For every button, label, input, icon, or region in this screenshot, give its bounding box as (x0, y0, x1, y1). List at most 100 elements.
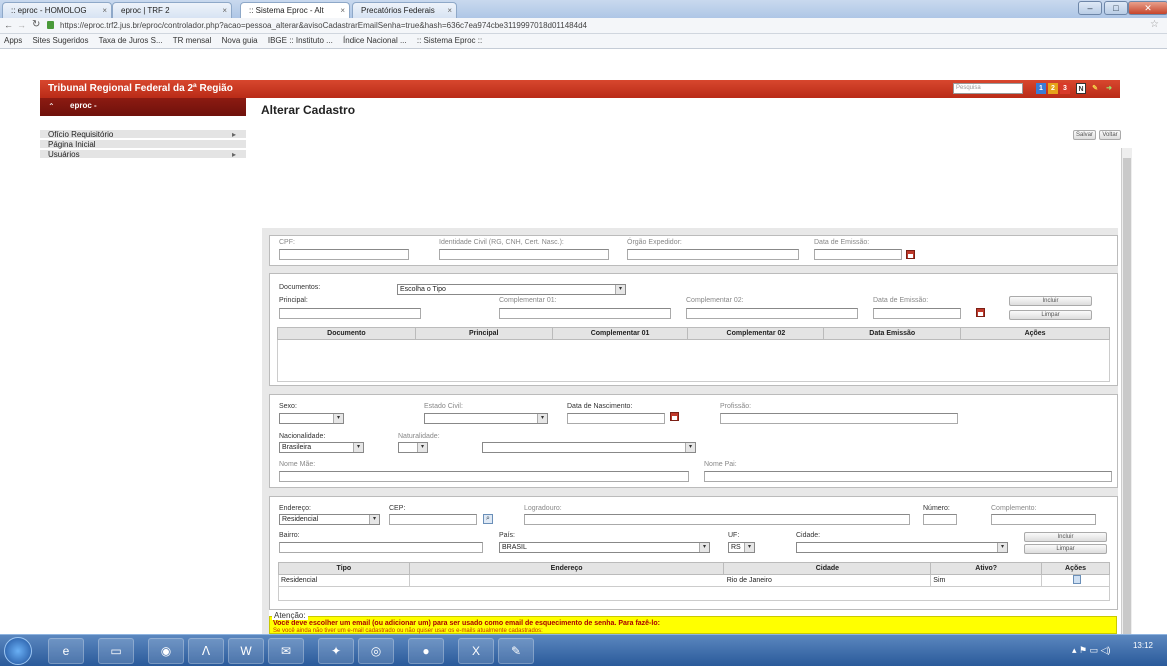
bookmark-item[interactable]: Taxa de Juros S... (99, 36, 163, 45)
exit-icon[interactable]: ➜ (1104, 83, 1114, 94)
start-button[interactable] (4, 637, 32, 665)
close-icon[interactable]: × (340, 6, 345, 15)
forward-arrow-icon[interactable]: → (17, 20, 26, 30)
naturality-uf-select[interactable]: ▾ (398, 442, 428, 453)
identity-field[interactable] (439, 249, 609, 260)
save-button[interactable]: Salvar (1073, 130, 1096, 140)
cd-icon[interactable]: ◎ (358, 638, 394, 664)
star-icon[interactable]: ☆ (1150, 19, 1159, 30)
comp1-field[interactable] (499, 308, 671, 319)
badge-3[interactable]: 3 (1060, 83, 1070, 94)
clock[interactable]: 13:12 (1123, 641, 1163, 650)
mother-name-field[interactable] (279, 471, 689, 482)
calendar-icon[interactable] (906, 250, 915, 259)
complement-label: Complemento: (991, 505, 1037, 512)
close-icon[interactable]: × (447, 6, 452, 15)
clear-address-button[interactable]: Limpar (1024, 544, 1107, 554)
civil-state-select[interactable]: ▾ (424, 413, 548, 424)
cep-field[interactable] (389, 514, 477, 525)
city-value: Rio de Janeiro (726, 577, 772, 584)
paint-icon[interactable]: ✎ (498, 638, 534, 664)
ie-icon[interactable]: e (48, 638, 84, 664)
include-document-button[interactable]: Incluir (1009, 296, 1092, 306)
minimize-icon[interactable]: – (1078, 1, 1102, 15)
note-icon[interactable]: N (1076, 83, 1086, 94)
sidebar-item-pagina-inicial[interactable]: Página Inicial (40, 140, 246, 149)
chrome-icon[interactable]: ◉ (148, 638, 184, 664)
search-cep-icon[interactable]: ⌕ (483, 514, 493, 524)
district-field[interactable] (279, 542, 483, 553)
bookmark-item[interactable]: Apps (4, 36, 22, 45)
close-window-icon[interactable]: ✕ (1128, 1, 1167, 15)
bookmark-item[interactable]: IBGE :: Instituto ... (268, 36, 333, 45)
close-icon[interactable]: × (222, 6, 227, 15)
mail-icon[interactable]: ✉ (268, 638, 304, 664)
document-type-select[interactable]: Escolha o Tipo ▾ (397, 284, 626, 295)
app-icon[interactable]: ✦ (318, 638, 354, 664)
tools-icon[interactable]: ✎ (1090, 83, 1100, 94)
sidebar-item-oficio[interactable]: Ofício Requisitório ▸ (40, 130, 246, 139)
naturality-label: Naturalidade: (398, 433, 440, 440)
country-select[interactable]: BRASIL ▾ (499, 542, 710, 553)
back-button[interactable]: Voltar (1099, 130, 1121, 140)
bookmark-item[interactable]: Nova guia (222, 36, 258, 45)
close-icon[interactable]: × (102, 6, 107, 15)
number-field[interactable] (923, 514, 957, 525)
address-type-select[interactable]: Residencial ▾ (279, 514, 380, 525)
district-label: Bairro: (279, 532, 300, 539)
cpf-field[interactable] (279, 249, 409, 260)
city-select[interactable]: ▾ (796, 542, 1008, 553)
tray-icons[interactable]: ▴ ⚑ ▭ ◁) (1072, 645, 1111, 656)
profession-label: Profissão: (720, 403, 752, 410)
excel-icon[interactable]: X (458, 638, 494, 664)
tab-label: eproc | TRF 2 (121, 6, 170, 15)
word-icon[interactable]: W (228, 638, 264, 664)
back-arrow-icon[interactable]: ← (4, 20, 13, 30)
sex-select[interactable]: ▾ (279, 413, 344, 424)
browser-tab[interactable]: :: eproc - HOMOLOG × (2, 2, 112, 18)
browser-tab-active[interactable]: :: Sistema Eproc - Alt × (240, 2, 350, 18)
clear-document-button[interactable]: Limpar (1009, 310, 1092, 320)
alert-title: Atenção: (272, 611, 308, 620)
principal-field[interactable] (279, 308, 421, 319)
nationality-label: Nacionalidade: (279, 433, 326, 440)
attention-box: Você deve escolher um email (ou adiciona… (269, 616, 1117, 634)
naturality-city-select[interactable]: ▾ (482, 442, 696, 453)
father-name-field[interactable] (704, 471, 1112, 482)
street-field[interactable] (524, 514, 910, 525)
nationality-select[interactable]: Brasileira ▾ (279, 442, 364, 453)
search-input[interactable]: Pesquisa (953, 83, 1023, 94)
collapse-icon[interactable]: ⌃ (48, 102, 55, 111)
profession-field[interactable] (720, 413, 958, 424)
scrollbar-thumb[interactable] (1123, 158, 1131, 634)
url-input[interactable]: https://eproc.trf2.jus.br/eproc/controla… (60, 20, 1140, 32)
documents-table: Documento Principal Complementar 01 Comp… (277, 327, 1110, 382)
reload-icon[interactable]: ↻ (32, 19, 40, 30)
calendar-icon[interactable] (976, 308, 985, 317)
badge-2[interactable]: 2 (1048, 83, 1058, 94)
sidebar-item-usuarios[interactable]: Usuários ▸ (40, 150, 246, 159)
browser-tab[interactable]: Precatórios Federais × (352, 2, 457, 18)
issue-date-field[interactable] (814, 249, 902, 260)
folder-icon[interactable]: ▭ (98, 638, 134, 664)
address-table-body (278, 586, 1110, 601)
acrobat-icon[interactable]: ᐱ (188, 638, 224, 664)
bookmark-item[interactable]: :: Sistema Eproc :: (417, 36, 482, 45)
complement-field[interactable] (991, 514, 1096, 525)
comp2-field[interactable] (686, 308, 858, 319)
doc-date-field[interactable] (873, 308, 961, 319)
browser-tab[interactable]: eproc | TRF 2 × (112, 2, 232, 18)
bookmark-item[interactable]: Sites Sugeridos (32, 36, 88, 45)
birth-date-field[interactable] (567, 413, 665, 424)
edit-icon[interactable] (1072, 575, 1081, 584)
maximize-icon[interactable]: □ (1104, 1, 1128, 15)
bookmark-item[interactable]: TR mensal (173, 36, 212, 45)
column-header: Data Emissão (823, 327, 962, 340)
badge-1[interactable]: 1 (1036, 83, 1046, 94)
calendar-icon[interactable] (670, 412, 679, 421)
issuer-field[interactable] (627, 249, 799, 260)
app-icon[interactable]: ● (408, 638, 444, 664)
bookmark-item[interactable]: Índice Nacional ... (343, 36, 407, 45)
uf-select[interactable]: RS ▾ (728, 542, 755, 553)
include-address-button[interactable]: Incluir (1024, 532, 1107, 542)
